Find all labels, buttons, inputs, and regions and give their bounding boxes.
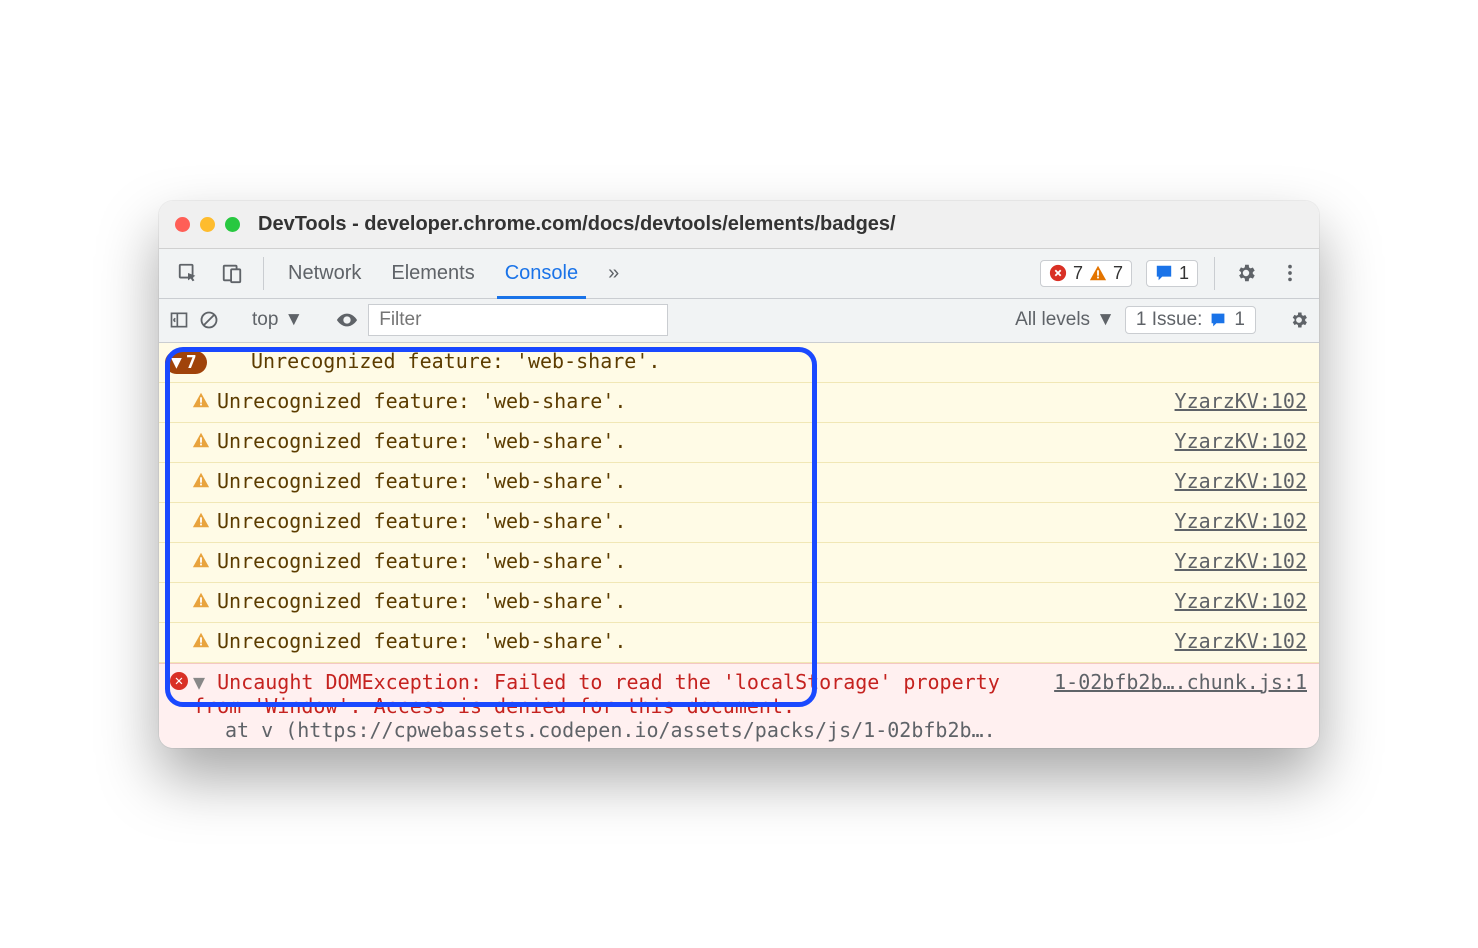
error-icon xyxy=(1049,264,1067,282)
console-warning-row[interactable]: Unrecognized feature: 'web-share'. Yzarz… xyxy=(159,423,1319,463)
warning-count: 7 xyxy=(1113,263,1123,284)
devtools-window: DevTools - developer.chrome.com/docs/dev… xyxy=(159,201,1319,748)
warning-icon xyxy=(192,591,210,609)
console-warning-row[interactable]: Unrecognized feature: 'web-share'. Yzarz… xyxy=(159,623,1319,663)
warning-message: Unrecognized feature: 'web-share'. xyxy=(217,389,1165,413)
chevron-down-icon[interactable]: ▼ xyxy=(193,670,205,694)
issue-icon xyxy=(1210,312,1226,328)
separator xyxy=(263,257,264,290)
stack-trace: at v (https://cpwebassets.codepen.io/ass… xyxy=(193,718,1307,742)
stack-prefix: at v ( xyxy=(225,718,297,742)
issues-count: 1 xyxy=(1234,309,1245,331)
chevron-down-icon: ▼ xyxy=(284,309,303,331)
source-link[interactable]: YzarzKV:102 xyxy=(1165,429,1307,453)
issues-label: 1 Issue: xyxy=(1136,309,1203,331)
issues-button[interactable]: 1 Issue: 1 xyxy=(1125,306,1256,334)
error-count: 7 xyxy=(1073,263,1083,284)
close-window-button[interactable] xyxy=(175,217,190,232)
warning-message: Unrecognized feature: 'web-share'. xyxy=(217,629,1165,653)
separator xyxy=(1214,257,1215,290)
tab-console[interactable]: Console xyxy=(493,249,590,298)
warning-icon xyxy=(192,631,210,649)
source-link[interactable]: YzarzKV:102 xyxy=(1165,549,1307,573)
titlebar: DevTools - developer.chrome.com/docs/dev… xyxy=(159,201,1319,249)
warning-message: Unrecognized feature: 'web-share'. xyxy=(217,509,1165,533)
traffic-lights xyxy=(175,217,240,232)
console-warning-row[interactable]: Unrecognized feature: 'web-share'. Yzarz… xyxy=(159,463,1319,503)
warning-message: Unrecognized feature: 'web-share'. xyxy=(217,469,1165,493)
context-label: top xyxy=(252,309,278,331)
console-warning-row[interactable]: Unrecognized feature: 'web-share'. Yzarz… xyxy=(159,503,1319,543)
tab-network[interactable]: Network xyxy=(276,249,373,298)
warning-message: Unrecognized feature: 'web-share'. xyxy=(217,429,1165,453)
warning-icon xyxy=(192,431,210,449)
live-expression-icon[interactable] xyxy=(336,309,358,331)
tab-elements[interactable]: Elements xyxy=(379,249,486,298)
group-count: 7 xyxy=(186,352,197,373)
source-link[interactable]: YzarzKV:102 xyxy=(1165,389,1307,413)
context-selector[interactable]: top ▼ xyxy=(252,309,303,331)
stack-link[interactable]: https://cpwebassets.codepen.io/assets/pa… xyxy=(297,718,995,742)
console-settings-icon[interactable] xyxy=(1289,310,1309,330)
settings-icon[interactable] xyxy=(1227,249,1265,298)
zoom-window-button[interactable] xyxy=(225,217,240,232)
clear-console-icon[interactable] xyxy=(199,310,219,330)
error-icon: ✕ xyxy=(170,672,188,690)
error-warning-counter[interactable]: 7 7 xyxy=(1040,260,1132,287)
window-title: DevTools - developer.chrome.com/docs/dev… xyxy=(258,213,896,236)
console-warning-row[interactable]: Unrecognized feature: 'web-share'. Yzarz… xyxy=(159,583,1319,623)
source-link[interactable]: YzarzKV:102 xyxy=(1165,469,1307,493)
minimize-window-button[interactable] xyxy=(200,217,215,232)
inspect-element-icon[interactable] xyxy=(169,249,207,298)
console-toolbar: top ▼ All levels ▼ 1 Issue: 1 xyxy=(159,299,1319,343)
main-tab-bar: Network Elements Console » 7 7 1 xyxy=(159,249,1319,299)
levels-label: All levels xyxy=(1015,309,1090,331)
console-error-row[interactable]: ✕ ▼ 1-02bfb2b….chunk.js:1 Uncaught DOMEx… xyxy=(159,663,1319,748)
error-text: Uncaught DOMException: Failed to read th… xyxy=(193,670,1000,718)
device-toolbar-icon[interactable] xyxy=(213,249,251,298)
more-options-icon[interactable] xyxy=(1271,249,1309,298)
warning-icon xyxy=(192,511,210,529)
log-levels-selector[interactable]: All levels ▼ xyxy=(1015,309,1115,331)
warning-message: Unrecognized feature: 'web-share'. xyxy=(217,549,1165,573)
warning-icon xyxy=(192,471,210,489)
console-warning-row[interactable]: Unrecognized feature: 'web-share'. Yzarz… xyxy=(159,543,1319,583)
source-link[interactable]: YzarzKV:102 xyxy=(1165,629,1307,653)
console-messages: ▼ 7 Unrecognized feature: 'web-share'. U… xyxy=(159,343,1319,748)
filter-input[interactable] xyxy=(368,304,668,336)
warning-icon xyxy=(192,391,210,409)
issue-count: 1 xyxy=(1179,263,1189,284)
more-tabs-button[interactable]: » xyxy=(596,249,631,298)
chevron-down-icon: ▼ xyxy=(171,352,182,373)
source-link[interactable]: YzarzKV:102 xyxy=(1165,509,1307,533)
warning-icon xyxy=(192,551,210,569)
error-message: ▼ 1-02bfb2b….chunk.js:1 Uncaught DOMExce… xyxy=(193,670,1307,742)
source-link[interactable]: YzarzKV:102 xyxy=(1165,589,1307,613)
source-link[interactable]: 1-02bfb2b….chunk.js:1 xyxy=(1054,670,1307,694)
issue-icon xyxy=(1155,264,1173,282)
console-warning-row[interactable]: Unrecognized feature: 'web-share'. Yzarz… xyxy=(159,383,1319,423)
chevron-down-icon: ▼ xyxy=(1096,309,1115,331)
toggle-sidebar-icon[interactable] xyxy=(169,310,189,330)
warning-group-header[interactable]: ▼ 7 Unrecognized feature: 'web-share'. xyxy=(159,343,1319,383)
issues-counter[interactable]: 1 xyxy=(1146,260,1198,287)
warning-icon xyxy=(1089,264,1107,282)
group-count-pill: ▼ 7 xyxy=(165,351,207,374)
group-message: Unrecognized feature: 'web-share'. xyxy=(193,349,1307,373)
warning-message: Unrecognized feature: 'web-share'. xyxy=(217,589,1165,613)
